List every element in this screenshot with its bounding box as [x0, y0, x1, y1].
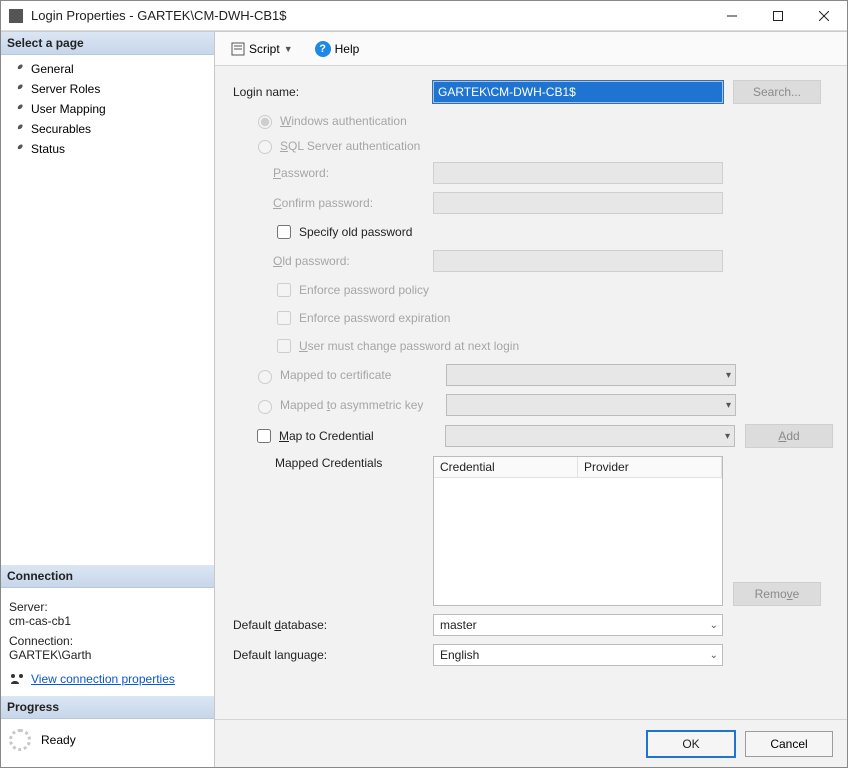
enforce-expiration-label: Enforce password expiration	[299, 311, 450, 325]
map-credential-label: Map to Credential	[279, 429, 445, 443]
windows-auth-label: Windows authentication	[280, 114, 407, 128]
cancel-button[interactable]: Cancel	[745, 731, 833, 757]
remove-button[interactable]: Remove	[733, 582, 821, 606]
help-label: Help	[335, 42, 360, 56]
help-button[interactable]: ? Help	[309, 39, 366, 59]
toolbar: Script ▼ ? Help	[215, 32, 847, 66]
mapped-cert-label: Mapped to certificate	[280, 368, 446, 382]
app-icon	[9, 9, 23, 23]
help-icon: ?	[315, 41, 331, 57]
confirm-password-input	[433, 192, 723, 214]
wrench-icon	[11, 142, 25, 156]
default-database-dropdown[interactable]: master⌄	[433, 614, 723, 636]
enforce-policy-checkbox	[277, 283, 291, 297]
script-icon	[231, 42, 245, 56]
connection-body: Server: cm-cas-cb1 Connection: GARTEK\Ga…	[1, 588, 214, 696]
page-label: User Mapping	[31, 102, 106, 116]
password-label: Password:	[233, 166, 433, 180]
progress-spinner-icon	[9, 729, 31, 751]
chevron-down-icon: ▼	[284, 44, 293, 54]
view-connection-properties-link[interactable]: View connection properties	[31, 672, 175, 686]
page-item-general[interactable]: General	[1, 59, 214, 79]
add-button[interactable]: Add	[745, 424, 833, 448]
page-item-status[interactable]: Status	[1, 139, 214, 159]
mapped-cert-radio	[258, 370, 272, 384]
enforce-expiration-checkbox	[277, 311, 291, 325]
default-db-label: Default database:	[233, 618, 433, 632]
old-password-input	[433, 250, 723, 272]
page-label: General	[31, 62, 74, 76]
minimize-button[interactable]	[709, 1, 755, 31]
windows-auth-radio	[258, 115, 272, 129]
old-password-label: Old password:	[233, 254, 433, 268]
connection-value: GARTEK\Garth	[9, 648, 206, 662]
page-label: Status	[31, 142, 65, 156]
default-lang-value: English	[440, 648, 479, 662]
confirm-password-label: Confirm password:	[233, 196, 433, 210]
connection-header: Connection	[1, 565, 214, 588]
sql-auth-label: SQL Server authentication	[280, 139, 420, 153]
close-button[interactable]	[801, 1, 847, 31]
default-db-value: master	[440, 618, 477, 632]
map-credential-dropdown: ▾	[445, 425, 735, 447]
login-name-label: Login name:	[233, 85, 433, 99]
wrench-icon	[11, 122, 25, 136]
right-panel: Script ▼ ? Help Login name: Search...	[215, 32, 847, 767]
must-change-label: User must change password at next login	[299, 339, 519, 353]
mapped-asym-radio	[258, 400, 272, 414]
sql-auth-radio	[258, 140, 272, 154]
page-label: Server Roles	[31, 82, 100, 96]
server-value: cm-cas-cb1	[9, 614, 206, 628]
progress-header: Progress	[1, 696, 214, 719]
connection-icon	[9, 672, 25, 686]
mapped-credentials-label: Mapped Credentials	[233, 456, 433, 470]
progress-status: Ready	[41, 733, 76, 747]
map-credential-checkbox[interactable]	[257, 429, 271, 443]
connection-label: Connection:	[9, 634, 206, 648]
title-bar: Login Properties - GARTEK\CM-DWH-CB1$	[1, 1, 847, 31]
wrench-icon	[11, 62, 25, 76]
server-label: Server:	[9, 600, 206, 614]
script-button[interactable]: Script ▼	[225, 40, 299, 58]
wrench-icon	[11, 102, 25, 116]
login-name-input[interactable]	[433, 81, 723, 103]
script-label: Script	[249, 42, 280, 56]
specify-old-password-label: Specify old password	[299, 225, 412, 239]
left-panel: Select a page General Server Roles User …	[1, 32, 215, 767]
mapped-asym-dropdown: ▾	[446, 394, 736, 416]
wrench-icon	[11, 82, 25, 96]
cred-col-credential: Credential	[434, 457, 578, 478]
window-title: Login Properties - GARTEK\CM-DWH-CB1$	[31, 8, 709, 23]
password-input	[433, 162, 723, 184]
footer: OK Cancel	[215, 719, 847, 767]
page-list: General Server Roles User Mapping Secura…	[1, 55, 214, 565]
mapped-asym-label: Mapped to asymmetric key	[280, 398, 446, 412]
must-change-checkbox	[277, 339, 291, 353]
progress-body: Ready	[1, 719, 214, 767]
form-area: Login name: Search... Windows authentica…	[215, 66, 847, 719]
page-item-user-mapping[interactable]: User Mapping	[1, 99, 214, 119]
enforce-policy-label: Enforce password policy	[299, 283, 429, 297]
maximize-button[interactable]	[755, 1, 801, 31]
ok-button[interactable]: OK	[647, 731, 735, 757]
select-page-header: Select a page	[1, 32, 214, 55]
default-language-dropdown[interactable]: English⌄	[433, 644, 723, 666]
default-lang-label: Default language:	[233, 648, 433, 662]
page-item-server-roles[interactable]: Server Roles	[1, 79, 214, 99]
page-label: Securables	[31, 122, 91, 136]
mapped-credentials-table[interactable]: Credential Provider	[433, 456, 723, 606]
specify-old-password-checkbox[interactable]	[277, 225, 291, 239]
mapped-cert-dropdown: ▾	[446, 364, 736, 386]
search-button[interactable]: Search...	[733, 80, 821, 104]
page-item-securables[interactable]: Securables	[1, 119, 214, 139]
cred-col-provider: Provider	[578, 457, 722, 478]
